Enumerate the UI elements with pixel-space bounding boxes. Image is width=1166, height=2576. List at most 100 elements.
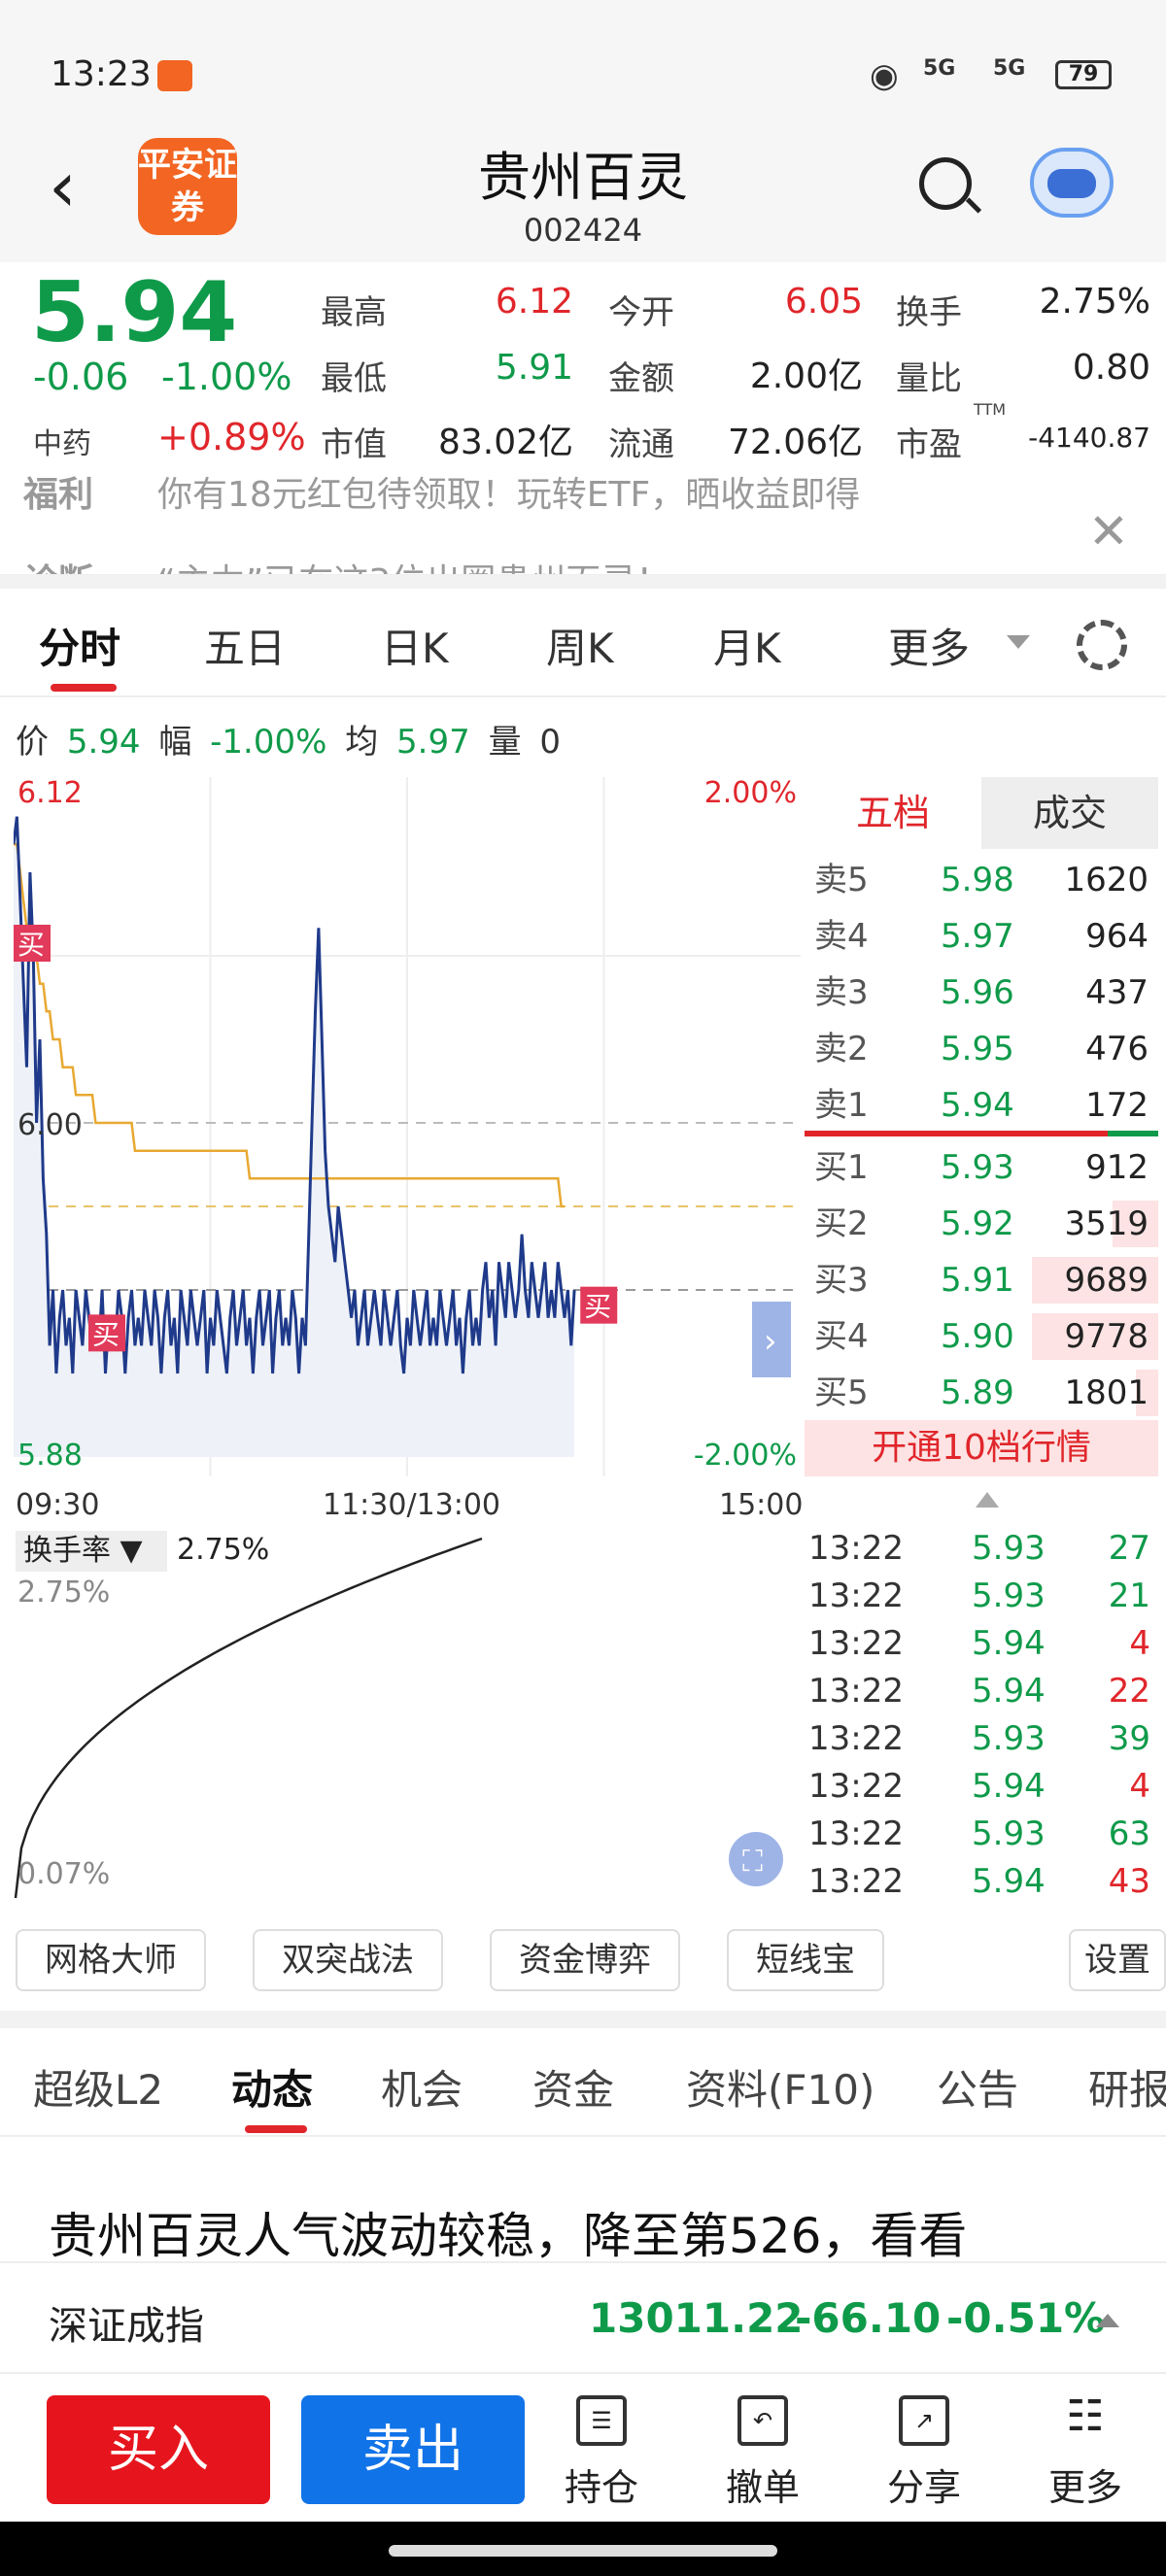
tick-row: 13:22 5.94 4 [808, 1763, 1158, 1810]
more-button[interactable]: ☷ 更多 [1032, 2395, 1139, 2511]
tab-day-k[interactable]: 日K [381, 616, 449, 675]
news-headline[interactable]: 贵州百灵人气波动较稳，降至第526，看看 [49, 2197, 967, 2267]
bid-row[interactable]: 买1 5.93 912 [805, 1140, 1158, 1195]
bid-row[interactable]: 买4 5.90 9778 [805, 1309, 1158, 1364]
tab-funds[interactable]: 资金 [532, 2057, 614, 2117]
quote-label: 量比 [896, 359, 962, 398]
turnover-selector[interactable]: 换手率 ▼ [16, 1531, 167, 1572]
info-tabs: 超级L2 动态 机会 资金 资料(F10) 公告 研报 [0, 2028, 1166, 2137]
scroll-up-icon[interactable] [976, 1492, 999, 1508]
signal-icon-2: 5G [993, 56, 1026, 81]
ask-row[interactable]: 卖5 5.98 1620 [805, 853, 1158, 907]
level-price: 5.95 [941, 1030, 1014, 1068]
ask-row[interactable]: 卖2 5.95 476 [805, 1022, 1158, 1076]
buy-marker[interactable]: 买 [580, 1286, 618, 1324]
holdings-button[interactable]: ☰ 持仓 [548, 2395, 655, 2511]
info-vol-label: 量 [488, 723, 522, 762]
tab-five-levels[interactable]: 五档 [805, 777, 981, 849]
quote-value: 0.80 [1072, 348, 1150, 388]
tab-announcements[interactable]: 公告 [937, 2057, 1018, 2117]
intraday-chart[interactable]: 买买买 6.12 6.00 5.88 2.00% -2.00% › [14, 777, 801, 1476]
more-icon: ☷ [1066, 2391, 1105, 2441]
tab-week-k[interactable]: 周K [546, 616, 614, 675]
gear-icon[interactable] [1077, 620, 1127, 670]
broker-logo: 平安证券 [138, 138, 237, 235]
tab-opportunity[interactable]: 机会 [381, 2057, 463, 2117]
quote-value: 83.02亿 [437, 423, 573, 462]
level-label: 买1 [814, 1148, 869, 1187]
svg-text:买: 买 [584, 1291, 611, 1323]
signal-icon-1: 5G [923, 56, 956, 81]
sell-button[interactable]: 卖出 [301, 2395, 525, 2504]
index-change: -66.10 [795, 2294, 942, 2342]
assistant-robot-icon[interactable] [1030, 148, 1114, 218]
tool-grid-master[interactable]: 网格大师 [16, 1929, 206, 1991]
level-volume: 1801 [1064, 1373, 1149, 1412]
tick-vol: 4 [1129, 1767, 1150, 1806]
tick-vol: 27 [1108, 1529, 1150, 1568]
bid-row[interactable]: 买5 5.89 1801 [805, 1366, 1158, 1420]
info-avg-label: 均 [345, 723, 379, 762]
cancel-order-button[interactable]: ↶ 撤单 [709, 2395, 816, 2511]
expand-up-icon[interactable] [1096, 2314, 1119, 2327]
level-label: 卖2 [814, 1030, 869, 1068]
buy-marker[interactable]: 买 [88, 1314, 125, 1352]
more-label: 更多 [1047, 2466, 1122, 2509]
turnover-chart[interactable]: ⛶ [14, 1529, 801, 1908]
home-gesture-bar[interactable] [389, 2545, 777, 2557]
level-volume: 9689 [1064, 1261, 1149, 1300]
tab-more[interactable]: 更多 [888, 616, 970, 675]
quote-value: 6.05 [784, 282, 863, 322]
notice-banner[interactable]: 福利 你有18元红包待领取！玩转ETF，晒收益即得 诊断 “主力”已在这3位出圈… [0, 468, 1166, 575]
tab-super-l2[interactable]: 超级L2 [33, 2057, 163, 2117]
quote-label: 最高 [321, 293, 387, 332]
level-price: 5.90 [941, 1317, 1014, 1356]
index-value: 13011.22 [589, 2294, 804, 2342]
search-icon[interactable] [919, 157, 972, 210]
level-price: 5.91 [941, 1261, 1014, 1300]
buy-marker[interactable]: 买 [14, 925, 51, 962]
level-price: 5.93 [941, 1148, 1014, 1187]
quote-value: -4140.87 [1028, 422, 1150, 454]
tick-row: 13:22 5.94 4 [808, 1620, 1158, 1667]
quote-value: 2.00亿 [749, 356, 863, 396]
tab-news[interactable]: 动态 [231, 2057, 313, 2117]
tick-price: 5.93 [972, 1719, 1046, 1758]
bid-row[interactable]: 买3 5.91 9689 [805, 1253, 1158, 1307]
y-top-label: 6.12 [17, 777, 83, 810]
tick-price: 5.93 [972, 1529, 1046, 1568]
back-icon[interactable]: ‹ [49, 152, 97, 221]
tab-minute[interactable]: 分时 [39, 616, 120, 675]
tab-f10[interactable]: 资料(F10) [686, 2057, 874, 2117]
tab-five-day[interactable]: 五日 [204, 616, 286, 675]
level-price: 5.94 [941, 1086, 1014, 1125]
tool-double-breakout[interactable]: 双突战法 [253, 1929, 443, 1991]
buy-button[interactable]: 买入 [47, 2395, 270, 2504]
tab-month-k[interactable]: 月K [713, 616, 781, 675]
notice-text: 你有18元红包待领取！玩转ETF，晒收益即得 [157, 475, 861, 515]
level-label: 买2 [814, 1204, 869, 1243]
ask-row[interactable]: 卖1 5.94 172 [805, 1078, 1158, 1133]
tick-vol: 39 [1108, 1719, 1150, 1758]
close-icon[interactable]: ✕ [1088, 503, 1129, 559]
index-ticker[interactable]: 深证成指 13011.22 -66.10 -0.51% [0, 2261, 1166, 2374]
upgrade-level10-button[interactable]: 开通10档行情 [805, 1420, 1158, 1476]
x-label-mid: 11:30/13:00 [323, 1488, 501, 1522]
holdings-icon: ☰ [576, 2395, 627, 2446]
tool-fund-game[interactable]: 资金博弈 [490, 1929, 680, 1991]
tick-row: 13:22 5.93 21 [808, 1573, 1158, 1619]
level-price: 5.96 [941, 973, 1014, 1012]
sector-name[interactable]: 中药 [33, 420, 91, 462]
system-nav-bar [0, 2522, 1166, 2576]
tool-short-term[interactable]: 短线宝 [727, 1929, 884, 1991]
tab-research[interactable]: 研报 [1088, 2057, 1166, 2117]
ask-row[interactable]: 卖4 5.97 964 [805, 909, 1158, 964]
ask-row[interactable]: 卖3 5.96 437 [805, 966, 1158, 1020]
dropdown-arrow-icon[interactable] [1007, 635, 1030, 649]
share-button[interactable]: ↗ 分享 [871, 2395, 977, 2511]
tab-deals[interactable]: 成交 [981, 777, 1158, 849]
bid-row[interactable]: 买2 5.92 3519 [805, 1197, 1158, 1251]
info-price: 5.94 [66, 723, 141, 762]
tool-settings[interactable]: 设置 [1069, 1929, 1166, 1991]
level-volume: 9778 [1064, 1317, 1149, 1356]
